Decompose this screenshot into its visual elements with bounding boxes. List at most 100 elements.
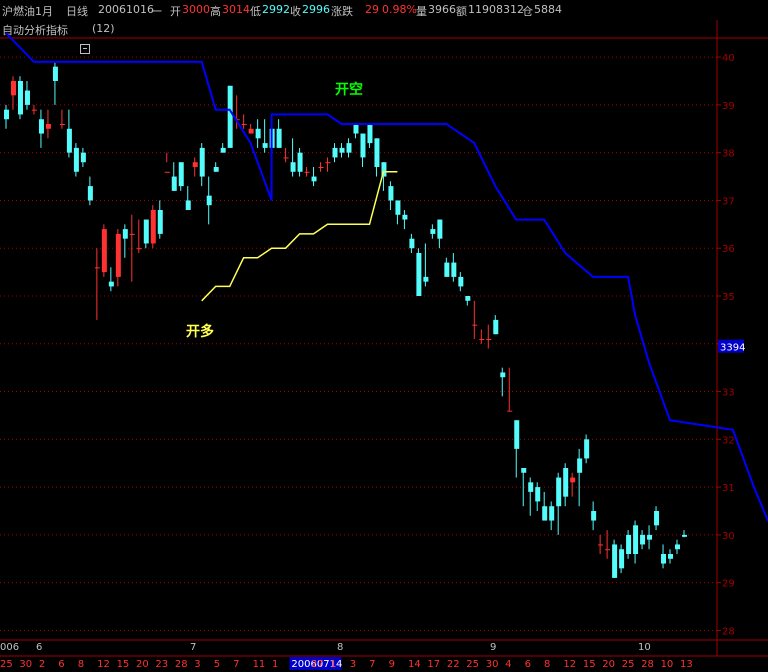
day-label: 25 bbox=[466, 659, 479, 670]
candle-body bbox=[514, 420, 520, 449]
candle-body bbox=[66, 128, 72, 153]
day-label: 14 bbox=[408, 659, 421, 670]
candle-body bbox=[241, 124, 247, 125]
candle-body bbox=[619, 549, 625, 569]
day-label: 23 bbox=[155, 659, 168, 670]
day-label: 7 bbox=[369, 659, 375, 670]
day-label: 15 bbox=[583, 659, 596, 670]
candle-body bbox=[416, 253, 422, 296]
candle-body bbox=[87, 186, 93, 201]
y-tick-label: 39 bbox=[722, 101, 735, 112]
candle-body bbox=[556, 477, 562, 507]
candle-body bbox=[444, 262, 450, 277]
candle-body bbox=[101, 229, 107, 273]
candle-body bbox=[80, 152, 86, 163]
day-label: 6 bbox=[58, 659, 64, 670]
candle-body bbox=[451, 262, 457, 277]
candle-body bbox=[668, 554, 674, 559]
day-label: 17 bbox=[427, 659, 440, 670]
day-label: 12 bbox=[97, 659, 110, 670]
candle-body bbox=[395, 200, 401, 215]
candle-body bbox=[493, 319, 499, 335]
candle-body bbox=[584, 439, 590, 459]
candle-body bbox=[626, 534, 632, 554]
day-label: 1 bbox=[272, 659, 278, 670]
day-label: 10 bbox=[661, 659, 674, 670]
candle-body bbox=[353, 124, 359, 134]
candle-body bbox=[577, 458, 583, 473]
month-label: 10 bbox=[638, 642, 651, 653]
candle-body bbox=[290, 162, 296, 172]
candle-body bbox=[465, 296, 471, 301]
candle-body bbox=[409, 238, 415, 249]
stop-short-line bbox=[5, 32, 768, 522]
candle-body bbox=[612, 544, 618, 578]
candle-body bbox=[255, 128, 261, 139]
y-tick-label: 29 bbox=[722, 579, 735, 590]
candle-body bbox=[605, 549, 611, 551]
candle-body bbox=[339, 147, 345, 153]
candle-body bbox=[52, 66, 58, 81]
candle-body bbox=[437, 219, 443, 239]
candle-body bbox=[129, 233, 135, 235]
month-label: 7 bbox=[190, 642, 196, 653]
y-tick-label: 35 bbox=[722, 292, 735, 303]
candle-body bbox=[73, 147, 79, 172]
y-tick-label: 37 bbox=[722, 196, 735, 207]
candle-body bbox=[171, 176, 177, 191]
day-label: 3 bbox=[350, 659, 356, 670]
y-tick-label: 38 bbox=[722, 149, 735, 160]
candle-body bbox=[248, 128, 254, 134]
candle-body bbox=[136, 248, 142, 250]
candle-body bbox=[283, 157, 289, 159]
candle-body bbox=[458, 276, 464, 287]
candle-body bbox=[17, 81, 23, 115]
candle-body bbox=[108, 281, 114, 287]
day-label: 8 bbox=[78, 659, 84, 670]
day-label: 13 bbox=[680, 659, 693, 670]
candle-body bbox=[479, 339, 485, 340]
day-label: 30 bbox=[486, 659, 499, 670]
candle-body bbox=[24, 90, 30, 105]
month-label: 8 bbox=[337, 642, 343, 653]
candle-body bbox=[570, 477, 576, 483]
candle-body bbox=[192, 162, 198, 167]
candle-body bbox=[661, 554, 667, 564]
candle-body bbox=[388, 186, 394, 201]
candle-body bbox=[122, 229, 128, 239]
candle-body bbox=[318, 167, 324, 168]
candle-body bbox=[297, 152, 303, 172]
day-label: 30 bbox=[19, 659, 32, 670]
candle-body bbox=[507, 410, 513, 412]
candle-body bbox=[528, 482, 534, 492]
month-label: 9 bbox=[490, 642, 496, 653]
day-label: 28 bbox=[175, 659, 188, 670]
candle-body bbox=[472, 324, 478, 326]
y-tick-label: 31 bbox=[722, 483, 735, 494]
candle-body bbox=[199, 147, 205, 177]
candle-body bbox=[178, 162, 184, 187]
candle-body bbox=[549, 506, 555, 521]
candle-body bbox=[360, 133, 366, 158]
candle-body bbox=[423, 276, 429, 282]
chart-frame bbox=[0, 20, 768, 657]
day-label: 4 bbox=[505, 659, 511, 670]
candle-body bbox=[500, 372, 506, 378]
day-label: 27 bbox=[311, 659, 324, 670]
candle-body bbox=[115, 233, 121, 277]
candle-body bbox=[598, 544, 604, 546]
candle-body bbox=[325, 162, 331, 164]
month-label: 6 bbox=[36, 642, 42, 653]
candle-body bbox=[220, 147, 226, 153]
candle-body bbox=[213, 167, 219, 172]
cursor-price-label: 3394 bbox=[720, 343, 745, 354]
price-chart[interactable]: 282930313233343536373839403394开空开多006678… bbox=[0, 0, 768, 672]
day-label: 20 bbox=[136, 659, 149, 670]
candle-body bbox=[157, 210, 163, 234]
candle-body bbox=[185, 200, 191, 210]
day-label: 7 bbox=[233, 659, 239, 670]
y-tick-label: 40 bbox=[722, 53, 735, 64]
day-label: 22 bbox=[447, 659, 460, 670]
axis-labels: 282930313233343536373839403394开空开多006678… bbox=[0, 53, 745, 670]
y-tick-label: 28 bbox=[722, 626, 735, 637]
